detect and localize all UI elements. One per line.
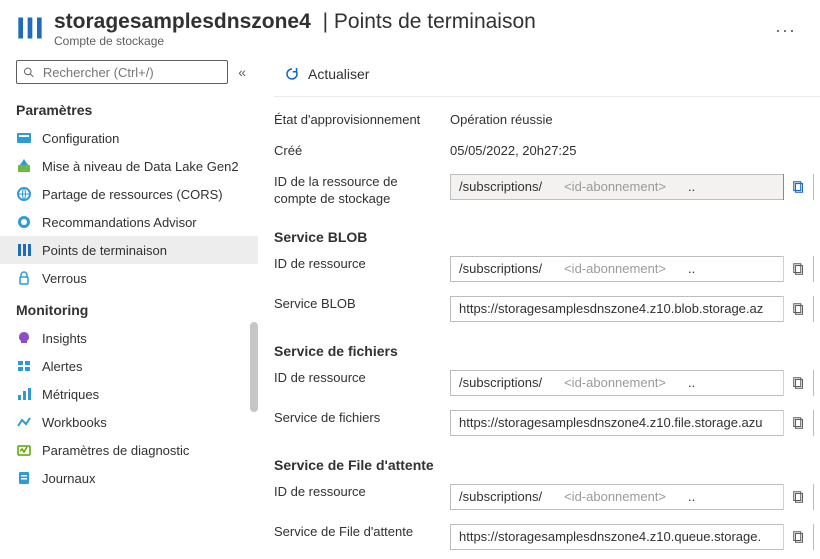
sidebar-item-endpoints[interactable]: Points de terminaison [0,236,258,264]
copy-icon [792,262,806,276]
label-blob-endpoint: Service BLOB [274,296,450,313]
label-blob-resid: ID de ressource [274,256,450,273]
refresh-label: Actualiser [308,66,369,82]
content-pane: Actualiser État d'approvisionnement Opér… [258,56,820,559]
cors-icon [16,186,32,202]
section-file: Service de fichiers [274,329,820,363]
label-account-resource-id: ID de la ressource de compte de stockage [274,174,450,208]
collapse-sidebar-button[interactable]: « [238,64,246,80]
label-queue-resid: ID de ressource [274,484,450,501]
section-queue: Service de File d'attente [274,443,820,477]
insights-icon [16,330,32,346]
sidebar-item-datalake-upgrade[interactable]: Mise à niveau de Data Lake Gen2 [0,152,258,180]
copy-icon [792,180,806,194]
refresh-icon [284,66,300,82]
copy-button[interactable] [783,296,813,322]
sidebar-item-advisor[interactable]: Recommandations Advisor [0,208,258,236]
sidebar-item-logs[interactable]: Journaux [0,464,258,492]
copy-button[interactable] [783,410,813,436]
label-provisioning: État d'approvisionnement [274,112,450,129]
sidebar-item-locks[interactable]: Verrous [0,264,258,292]
sidebar: « Paramètres Configuration Mise à niveau… [0,56,258,559]
sidebar-label: Insights [42,331,87,346]
label-file-resid: ID de ressource [274,370,450,387]
alerts-icon [16,358,32,374]
datalake-icon [16,158,32,174]
scrollbar-thumb[interactable] [250,322,258,412]
sidebar-item-metrics[interactable]: Métriques [0,380,258,408]
sidebar-label: Verrous [42,271,87,286]
page-header: storagesamplesdnszone4 | Points de termi… [0,0,820,56]
label-created: Créé [274,143,450,160]
sidebar-item-alerts[interactable]: Alertes [0,352,258,380]
copy-button[interactable] [783,524,813,550]
field-account-resource-id[interactable]: /subscriptions/ <id-abonnement> .. [450,174,814,200]
sidebar-label: Points de terminaison [42,243,167,258]
sidebar-label: Configuration [42,131,119,146]
copy-icon [792,530,806,544]
metrics-icon [16,386,32,402]
sidebar-label: Alertes [42,359,82,374]
section-monitoring: Monitoring [0,292,258,324]
copy-button[interactable] [783,174,813,200]
section-settings: Paramètres [0,92,258,124]
more-actions-button[interactable]: ··· [767,16,804,45]
sidebar-label: Paramètres de diagnostic [42,443,189,458]
workbooks-icon [16,414,32,430]
field-blob-endpoint[interactable]: https://storagesamplesdnszone4.z10.blob.… [450,296,814,322]
configuration-icon [16,130,32,146]
field-file-endpoint[interactable]: https://storagesamplesdnszone4.z10.file.… [450,410,814,436]
refresh-button[interactable]: Actualiser [278,62,375,86]
copy-icon [792,376,806,390]
section-blob: Service BLOB [274,215,820,249]
value-provisioning: Opération réussie [450,112,820,127]
sidebar-label: Workbooks [42,415,107,430]
field-file-resid[interactable]: /subscriptions/ <id-abonnement> .. [450,370,814,396]
field-blob-resid[interactable]: /subscriptions/ <id-abonnement> .. [450,256,814,282]
label-queue-endpoint: Service de File d'attente [274,524,450,541]
sidebar-label: Journaux [42,471,95,486]
lock-icon [16,270,32,286]
field-queue-endpoint[interactable]: https://storagesamplesdnszone4.z10.queue… [450,524,814,550]
label-file-endpoint: Service de fichiers [274,410,450,427]
sidebar-item-cors[interactable]: Partage de ressources (CORS) [0,180,258,208]
copy-button[interactable] [783,256,813,282]
sidebar-item-configuration[interactable]: Configuration [0,124,258,152]
sidebar-item-diagnostic[interactable]: Paramètres de diagnostic [0,436,258,464]
search-input[interactable] [41,64,221,81]
sidebar-label: Recommandations Advisor [42,215,197,230]
copy-icon [792,302,806,316]
sidebar-label: Mise à niveau de Data Lake Gen2 [42,159,239,174]
storage-account-icon [16,14,44,42]
sidebar-label: Métriques [42,387,99,402]
copy-button[interactable] [783,370,813,396]
advisor-icon [16,214,32,230]
sidebar-label: Partage de ressources (CORS) [42,187,223,202]
page-title: storagesamplesdnszone4 | Points de termi… [54,10,536,34]
search-icon [23,66,35,79]
copy-button[interactable] [783,484,813,510]
diagnostic-icon [16,442,32,458]
copy-icon [792,490,806,504]
value-created: 05/05/2022, 20h27:25 [450,143,820,158]
resource-type-label: Compte de stockage [54,34,536,48]
field-queue-resid[interactable]: /subscriptions/ <id-abonnement> .. [450,484,814,510]
sidebar-item-insights[interactable]: Insights [0,324,258,352]
logs-icon [16,470,32,486]
sidebar-item-workbooks[interactable]: Workbooks [0,408,258,436]
copy-icon [792,416,806,430]
sidebar-search[interactable] [16,60,228,84]
endpoints-icon [16,242,32,258]
